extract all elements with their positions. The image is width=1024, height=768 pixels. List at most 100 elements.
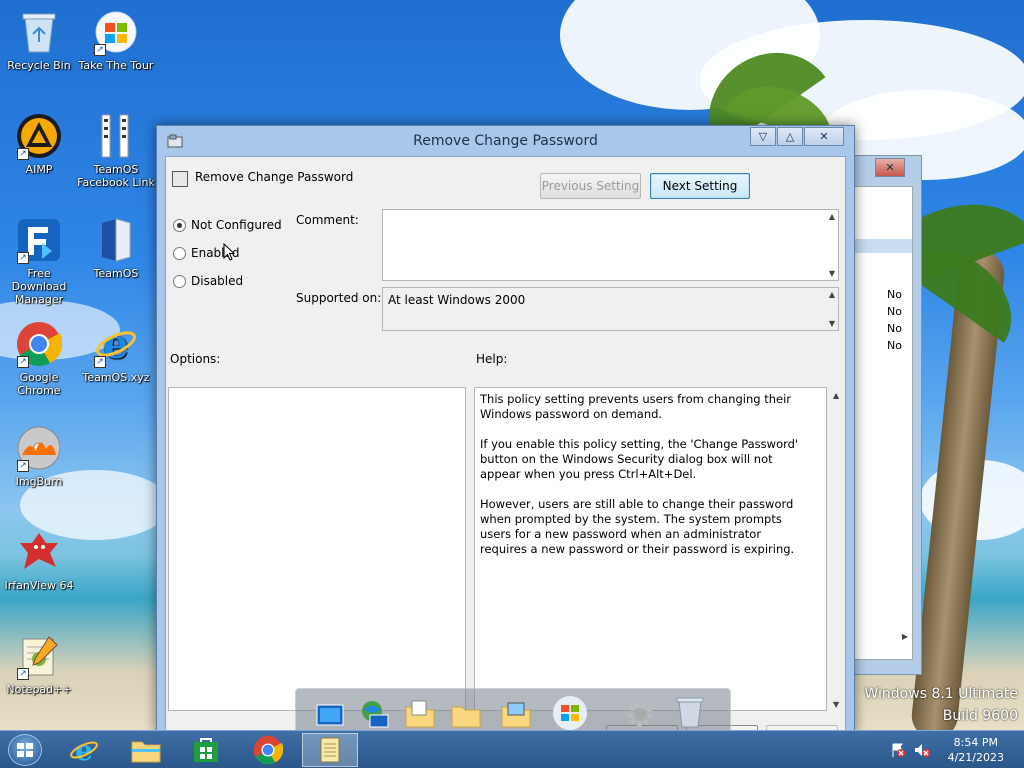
os-watermark-line1: Windows 8.1 Ultimate	[864, 686, 1019, 702]
recycle-bin-icon[interactable]	[674, 695, 706, 728]
supported-on-scrollbar[interactable]: ▲ ▼	[824, 288, 838, 330]
radio-not-configured[interactable]: Not Configured	[173, 218, 282, 232]
desktop-icon-free-download-manager[interactable]: ↗ Free Download Manager	[0, 216, 78, 306]
close-button[interactable]: ✕	[804, 127, 844, 146]
scroll-down-icon[interactable]: ▼	[833, 700, 839, 709]
irfanview-icon	[15, 528, 63, 576]
comment-label: Comment:	[296, 213, 359, 227]
speaker-muted-icon[interactable]	[914, 742, 930, 758]
supported-on-label: Supported on:	[296, 291, 382, 305]
documents-folder-icon[interactable]	[404, 699, 436, 729]
chevron-down-icon: ▽	[758, 130, 768, 143]
policy-setting-icon	[172, 171, 188, 187]
scroll-down-icon[interactable]: ▼	[829, 269, 835, 278]
dialog-client-area: Remove Change Password Previous Setting …	[165, 156, 846, 751]
dialog-titlebar[interactable]: Remove Change Password ▽ △ ✕	[157, 126, 854, 156]
radio-label: Disabled	[191, 274, 244, 288]
comment-scrollbar[interactable]: ▲ ▼	[824, 210, 838, 280]
help-paragraph: This policy setting prevents users from …	[480, 392, 791, 421]
desktop-icon-label: TeamOS	[93, 267, 139, 280]
help-panel: This policy setting prevents users from …	[474, 387, 827, 711]
taskbar-google-chrome[interactable]	[240, 733, 296, 767]
system-clock[interactable]: 8:54 PM 4/21/2023	[948, 735, 1004, 765]
taskbar: e 8:54 PM 4/21/2023	[0, 730, 1024, 768]
scroll-down-icon[interactable]: ▼	[829, 319, 835, 328]
chevron-up-icon: △	[785, 130, 795, 143]
scroll-up-icon[interactable]: ▲	[829, 212, 835, 221]
teamos-facebook-link-icon	[92, 112, 140, 160]
desktop-icon-label: TeamOS Facebook Link	[77, 163, 155, 189]
help-paragraph: However, users are still able to change …	[480, 497, 795, 556]
recycle-bin-icon	[15, 8, 63, 56]
folder-icon[interactable]	[450, 699, 482, 729]
shortcut-arrow-icon: ↗	[17, 356, 29, 368]
taskbar-file-explorer[interactable]	[118, 733, 174, 767]
desktop-icon-label: Free Download Manager	[11, 267, 67, 306]
desktop-icon-label: Take The Tour	[78, 59, 154, 72]
clock-date: 4/21/2023	[947, 751, 1004, 764]
shortcut-arrow-icon: ↗	[94, 356, 106, 368]
windows-logo-icon[interactable]	[552, 695, 587, 730]
comment-textarea[interactable]: ▲ ▼	[382, 209, 839, 281]
desktop-icon-teamos-xyz[interactable]: e ↗ TeamOS.xyz	[77, 320, 155, 384]
svg-text:e: e	[103, 322, 128, 366]
scroll-up-icon[interactable]: ▲	[833, 391, 839, 400]
desktop-icon-recycle-bin[interactable]: Recycle Bin	[0, 8, 78, 72]
os-watermark-line2: Build 9600	[942, 708, 1018, 724]
background-window-selected-row	[848, 239, 912, 253]
help-scrollbar[interactable]: ▲ ▼	[830, 387, 844, 711]
radio-disabled[interactable]: Disabled	[173, 274, 243, 288]
policy-setting-dialog[interactable]: Remove Change Password ▽ △ ✕ Remove Chan…	[156, 125, 855, 751]
close-icon: ✕	[885, 161, 895, 174]
chrome-icon: ↗	[15, 320, 63, 368]
desktop-icon-label: ImgBurn	[15, 475, 63, 488]
windows-logo-icon	[17, 743, 33, 757]
maximize-button[interactable]: △	[777, 127, 803, 146]
pictures-folder-icon[interactable]	[500, 699, 532, 729]
desktop-icon-notepad-plus-plus[interactable]: ↗ Notepad++	[0, 632, 78, 696]
taskbar-group-policy-editor[interactable]	[302, 733, 358, 767]
options-label: Options:	[170, 352, 221, 366]
action-center-flag-icon[interactable]	[890, 742, 906, 758]
scroll-right-icon[interactable]: ▶	[902, 632, 908, 641]
previous-setting-button[interactable]: Previous Setting	[540, 173, 641, 199]
clock-time: 8:54 PM	[953, 736, 998, 749]
desktop-icon-imgburn[interactable]: ↗ ImgBurn	[0, 424, 78, 488]
radio-unselected-icon	[173, 274, 186, 288]
background-window-close-button[interactable]: ✕	[875, 158, 905, 177]
network-globe-icon[interactable]	[358, 699, 390, 729]
desktop-icon-take-the-tour[interactable]: ↗ Take The Tour	[77, 8, 155, 72]
next-setting-button[interactable]: Next Setting	[650, 173, 750, 199]
internet-explorer-icon: e ↗	[92, 320, 140, 368]
list-item: No	[887, 339, 902, 352]
list-item: No	[887, 305, 902, 318]
shortcut-arrow-icon: ↗	[17, 668, 29, 680]
list-item: No	[887, 288, 902, 301]
mouse-cursor-icon	[223, 243, 236, 261]
supported-on-value: At least Windows 2000	[388, 293, 526, 307]
gear-icon[interactable]	[624, 699, 656, 729]
floating-dock	[295, 688, 731, 734]
shortcut-arrow-icon: ↗	[17, 460, 29, 472]
svg-text:e: e	[75, 735, 93, 765]
desktop-icon-google-chrome[interactable]: ↗ Google Chrome	[0, 320, 78, 397]
teamos-icon	[92, 216, 140, 264]
shortcut-arrow-icon: ↗	[17, 252, 29, 264]
shortcut-arrow-icon: ↗	[17, 148, 29, 160]
start-button[interactable]	[8, 734, 42, 766]
minimize-button[interactable]: ▽	[750, 127, 776, 146]
help-label: Help:	[476, 352, 508, 366]
show-desktop-icon[interactable]	[314, 699, 346, 729]
radio-selected-icon	[173, 218, 186, 232]
notepad-plus-plus-icon: ↗	[15, 632, 63, 680]
help-paragraph: If you enable this policy setting, the '…	[480, 437, 799, 481]
desktop-icon-teamos[interactable]: TeamOS	[77, 216, 155, 280]
desktop-icon-aimp[interactable]: ↗ AIMP	[0, 112, 78, 176]
scroll-up-icon[interactable]: ▲	[829, 290, 835, 299]
taskbar-store[interactable]	[178, 733, 234, 767]
desktop-icon-irfanview[interactable]: IrfanView 64	[0, 528, 78, 592]
options-panel	[168, 387, 466, 711]
desktop-icon-teamos-facebook-link[interactable]: TeamOS Facebook Link	[77, 112, 155, 189]
desktop-icon-label: AIMP	[25, 163, 53, 176]
taskbar-internet-explorer[interactable]: e	[56, 733, 112, 767]
